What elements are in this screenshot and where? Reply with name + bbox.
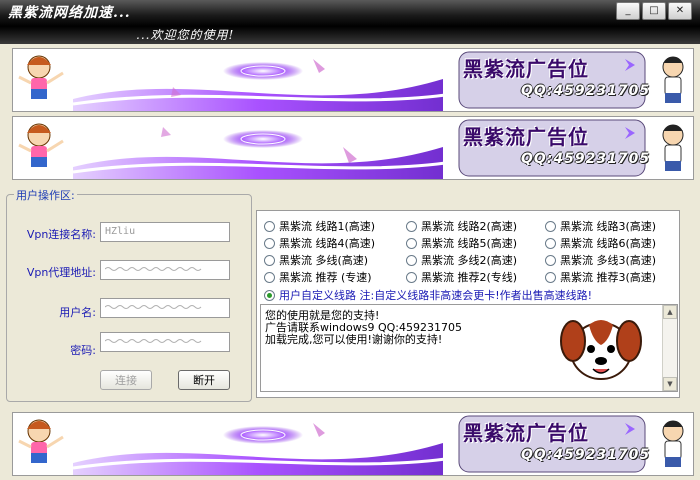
ad-title: 黑紫流广告位 — [463, 421, 589, 445]
route-option[interactable]: 黑紫流 多线(高速) — [264, 252, 368, 268]
route-option[interactable]: 黑紫流 线路1(高速) — [264, 218, 375, 234]
radio-checked-icon — [264, 289, 275, 301]
close-button[interactable]: ✕ — [668, 2, 692, 20]
ad-title: 黑紫流广告位 — [463, 57, 589, 81]
route-option[interactable]: 黑紫流 多线3(高速) — [545, 252, 656, 268]
ad-banner-middle[interactable]: 黑紫流广告位 QQ:459231705 — [12, 116, 694, 180]
minimize-button[interactable]: _ — [616, 2, 640, 20]
girl-mascot-icon — [18, 123, 64, 167]
log-scrollbar[interactable]: ▲ ▼ — [662, 305, 677, 391]
username-label: 用户名: — [59, 306, 96, 319]
girl-mascot-icon — [18, 55, 64, 99]
radio-icon — [545, 237, 556, 249]
boy-mascot-icon — [662, 420, 684, 467]
ad-banner-bottom[interactable]: 黑紫流广告位 QQ:459231705 — [12, 412, 694, 476]
window-subtitle: ...欢迎您的使用! — [136, 28, 235, 42]
disconnect-button[interactable]: 断开 — [178, 370, 230, 390]
scroll-down-icon[interactable]: ▼ — [663, 377, 677, 391]
radio-icon — [406, 220, 417, 232]
radio-icon — [406, 254, 417, 266]
window-title: 黑紫流网络加速... — [8, 5, 131, 21]
ad-qq: QQ:459231705 — [521, 151, 651, 167]
ad-qq: QQ:459231705 — [521, 83, 651, 99]
connect-button[interactable]: 连接 — [100, 370, 152, 390]
vpn-name-input[interactable]: HZliu — [100, 222, 230, 242]
password-label: 密码: — [70, 344, 96, 357]
route-option[interactable]: 黑紫流 线路4(高速) — [264, 235, 375, 251]
radio-icon — [406, 271, 417, 283]
status-log[interactable]: 您的使用就是您的支持! 广告请联系windows9 QQ:459231705 加… — [260, 304, 678, 392]
title-bar: 黑紫流网络加速... ...欢迎您的使用! _ □ ✕ — [0, 0, 700, 44]
username-input[interactable] — [100, 298, 230, 318]
vpn-proxy-label: Vpn代理地址: — [26, 266, 96, 279]
route-option[interactable]: 黑紫流 线路6(高速) — [545, 235, 656, 251]
radio-icon — [545, 220, 556, 232]
radio-icon — [264, 237, 275, 249]
scroll-up-icon[interactable]: ▲ — [663, 305, 677, 319]
radio-icon — [264, 271, 275, 283]
user-operation-label: 用户操作区: — [14, 187, 77, 203]
banner-art — [18, 119, 684, 179]
route-option[interactable]: 黑紫流 推荐2(专线) — [406, 269, 517, 285]
girl-mascot-icon — [18, 419, 64, 463]
route-option-custom[interactable]: 用户自定义线路 注:自定义线路非高速会更卡!作者出售高速线路! — [264, 287, 592, 303]
window-controls: _ □ ✕ — [616, 2, 692, 20]
ad-qq: QQ:459231705 — [521, 447, 651, 463]
password-input[interactable] — [100, 332, 230, 352]
route-option[interactable]: 黑紫流 多线2(高速) — [406, 252, 517, 268]
vpn-name-label: Vpn连接名称: — [26, 228, 96, 241]
ad-title: 黑紫流广告位 — [463, 125, 589, 149]
route-option[interactable]: 黑紫流 线路2(高速) — [406, 218, 517, 234]
banner-art — [18, 415, 684, 475]
masked-text — [104, 305, 202, 309]
log-line: 加载完成,您可以使用!谢谢你的支持! — [265, 333, 443, 346]
route-option[interactable]: 黑紫流 线路5(高速) — [406, 235, 517, 251]
radio-icon — [545, 271, 556, 283]
radio-icon — [545, 254, 556, 266]
radio-icon — [264, 254, 275, 266]
route-option[interactable]: 黑紫流 线路3(高速) — [545, 218, 656, 234]
vpn-proxy-input[interactable] — [100, 260, 230, 280]
banner-art — [18, 51, 684, 111]
masked-text — [104, 267, 202, 271]
route-option[interactable]: 黑紫流 推荐3(高速) — [545, 269, 656, 285]
dog-mascot-icon — [553, 311, 649, 387]
route-option[interactable]: 黑紫流 推荐 (专速) — [264, 269, 372, 285]
masked-text — [104, 339, 202, 343]
maximize-button[interactable]: □ — [642, 2, 666, 20]
boy-mascot-icon — [662, 124, 684, 171]
boy-mascot-icon — [662, 56, 684, 103]
ad-banner-top[interactable]: 黑紫流广告位 QQ:459231705 — [12, 48, 694, 112]
radio-icon — [264, 220, 275, 232]
radio-icon — [406, 237, 417, 249]
